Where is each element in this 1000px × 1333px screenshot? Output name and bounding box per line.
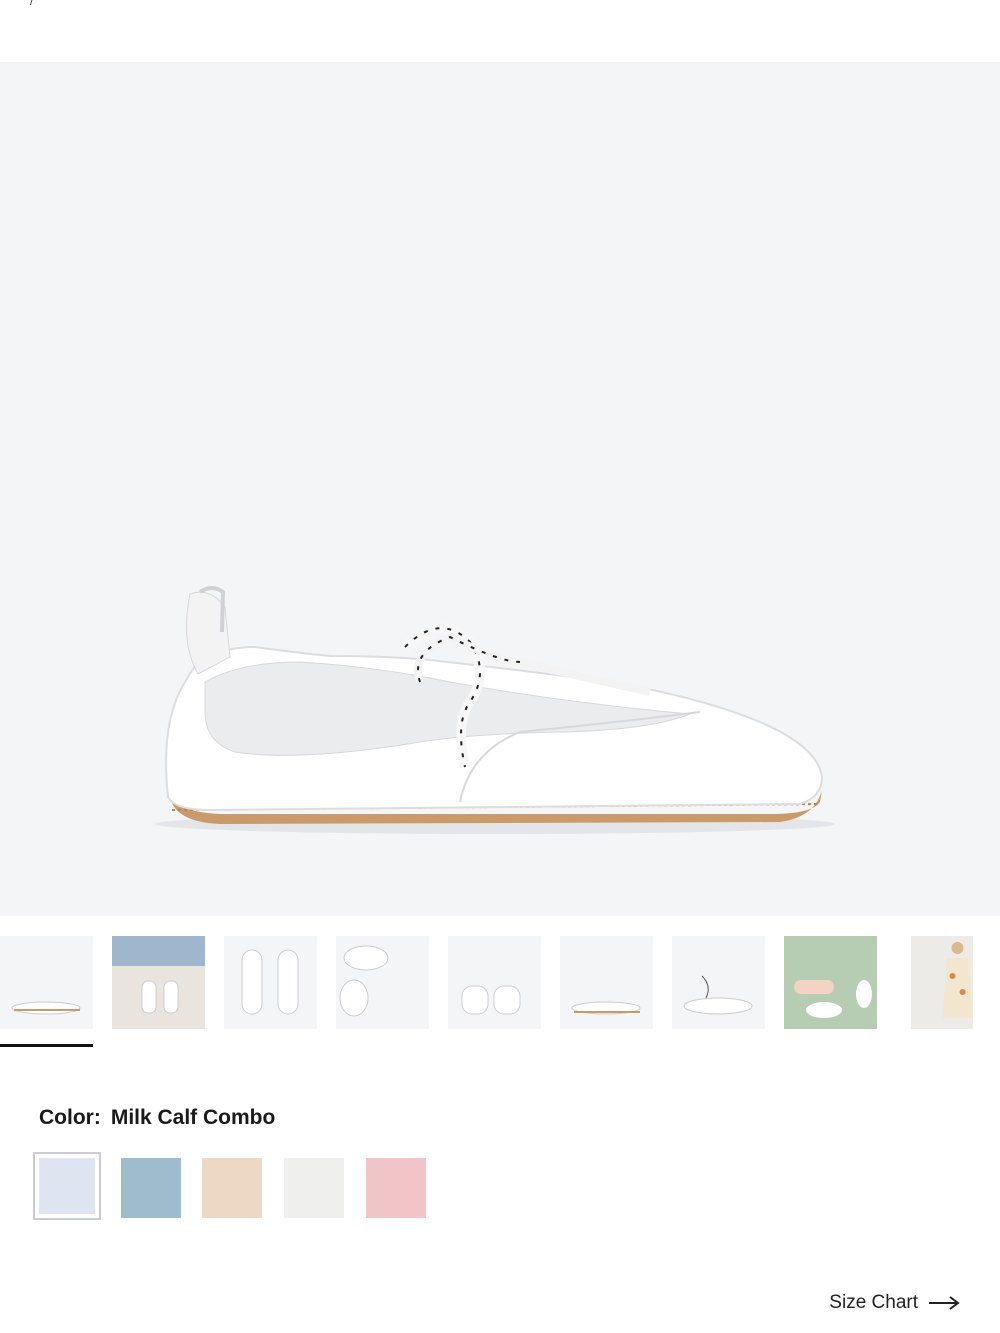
thumbnail-6[interactable] xyxy=(560,936,653,1029)
active-thumbnail-indicator xyxy=(0,1044,93,1047)
thumbnail-4[interactable] xyxy=(336,936,429,1029)
selected-color-name: Milk Calf Combo xyxy=(110,1106,276,1129)
swatch-pink[interactable] xyxy=(366,1158,426,1218)
thumbnail-8[interactable] xyxy=(784,936,877,1029)
thumbnail-strip xyxy=(0,936,1000,1051)
swatch-white[interactable] xyxy=(284,1158,344,1218)
color-label: Color: xyxy=(39,1106,101,1129)
swatch-tan[interactable] xyxy=(202,1158,262,1218)
thumbnail-1[interactable] xyxy=(0,936,93,1029)
thumbnail-9[interactable] xyxy=(911,936,973,1029)
thumbnail-5[interactable] xyxy=(448,936,541,1029)
sneaker-image xyxy=(155,586,835,834)
thumbnail-2[interactable] xyxy=(112,936,205,1029)
top-strip: / xyxy=(0,0,1000,62)
size-chart-label: Size Chart xyxy=(829,1292,918,1313)
arrow-right-icon xyxy=(929,1296,960,1310)
size-chart-link[interactable]: Size Chart xyxy=(829,1292,960,1314)
swatch-denim[interactable] xyxy=(121,1158,181,1218)
thumbnail-7[interactable] xyxy=(672,936,765,1029)
main-product-image[interactable] xyxy=(0,62,1000,916)
breadcrumb-separator: / xyxy=(30,0,34,8)
color-selector-heading: Color: Milk Calf Combo xyxy=(39,1106,275,1132)
swatch-milk-calf-combo[interactable] xyxy=(33,1152,101,1220)
color-swatches xyxy=(33,1152,453,1222)
thumbnail-3[interactable] xyxy=(224,936,317,1029)
